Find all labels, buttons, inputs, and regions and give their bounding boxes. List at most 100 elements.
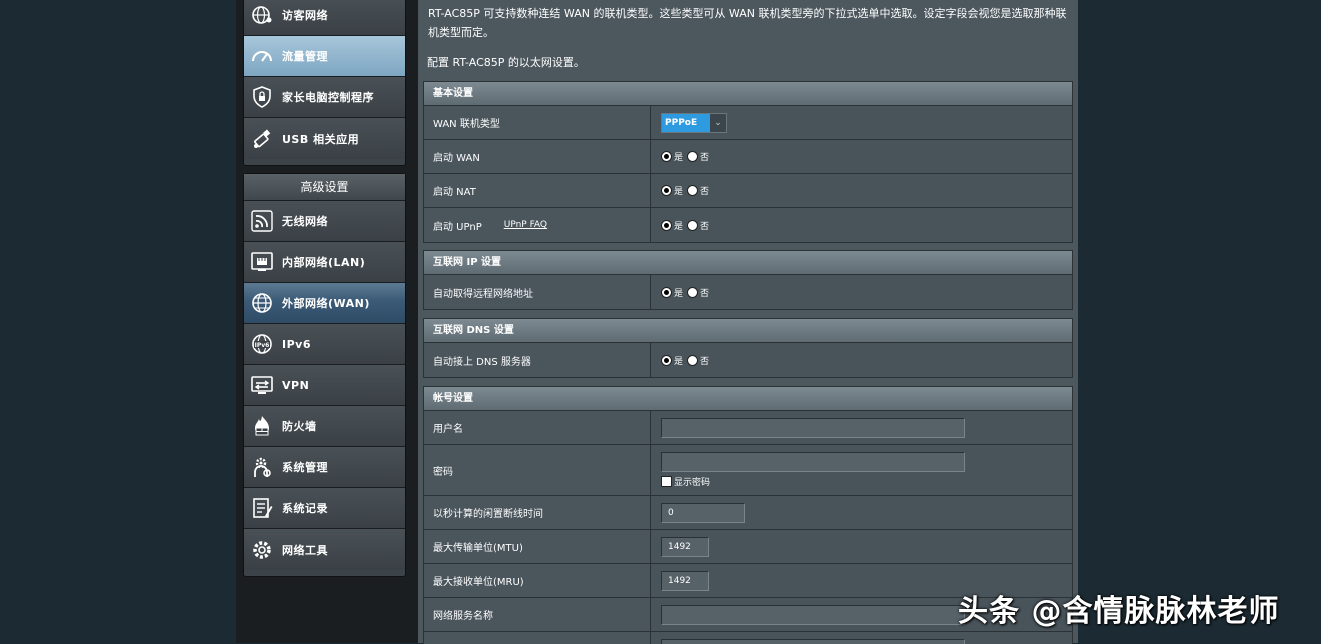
auto-ip-yes-option[interactable]: 是 [661,286,683,299]
service-name-input[interactable] [661,604,965,625]
enable-upnp-no-option[interactable]: 否 [687,219,709,232]
svg-text:IPv6: IPv6 [255,342,270,349]
mtu-row: 最大传输单位(MTU) 1492 [424,530,1072,564]
sidebar-item-label: 流量管理 [282,50,328,63]
admin-gear-icon [250,455,274,479]
sidebar-item-system-log[interactable]: 系统记录 [244,488,405,529]
sidebar-item-traffic-manager[interactable]: 流量管理 [244,36,405,77]
username-input[interactable] [661,417,965,438]
section-title: 互联网 DNS 设置 [424,319,1072,343]
field-label: 最大接收单位(MRU) [424,564,651,597]
mru-input[interactable]: 1492 [661,570,709,591]
password-input[interactable] [661,452,965,472]
firewall-icon [250,414,274,438]
ethernet-config-text: 配置 RT-AC85P 的以太网设置。 [427,56,585,69]
radio-label: 是 [674,356,684,367]
sidebar-general-menu: 访客网络 流量管理 家长电脑控制程序 USB 相关应用 [243,0,406,166]
radio-label: 是 [674,153,684,163]
radio-label: 是 [674,288,684,299]
field-label: 以秒计算的闲置断线时间 [424,496,651,529]
section-title: 互联网 IP 设置 [424,251,1072,275]
advanced-settings-header: 高级设置 [244,174,405,201]
field-label [424,632,651,644]
field-label: 自动取得远程网络地址 [424,275,651,309]
enable-wan-no-option[interactable]: 否 [687,150,709,163]
sidebar-item-administration[interactable]: 系统管理 [244,447,405,488]
radio-label: 是 [674,221,684,232]
sidebar-item-label: 外部网络(WAN) [282,297,370,310]
radio-button[interactable] [687,219,699,231]
field-label: 用户名 [424,411,651,444]
radio-label: 是 [674,187,684,197]
basic-settings-section: 基本设置 WAN 联机类型 PPPoE ⌄ 启动 WAN 是 否 启动 NAT … [423,81,1073,243]
auto-dns-no-option[interactable]: 否 [687,354,709,367]
watermark-text: 头条 @含情脉脉林老师 [958,594,1280,629]
field-label: 密码 [424,445,651,495]
enable-wan-row: 启动 WAN 是 否 [424,140,1072,174]
radio-button[interactable] [687,185,699,196]
radio-button[interactable] [661,286,672,298]
sidebar-item-firewall[interactable]: 防火墙 [244,406,405,447]
auto-dns-row: 自动接上 DNS 服务器 是 否 [424,343,1072,377]
internet-dns-section: 互联网 DNS 设置 自动接上 DNS 服务器 是 否 [423,318,1073,378]
sidebar-item-label: 网络工具 [282,543,328,557]
idle-timeout-input[interactable]: 0 [661,502,745,523]
sidebar-item-lan[interactable]: 内部网络(LAN) [244,242,405,283]
usb-icon [250,127,274,151]
sidebar-item-label: 系统管理 [282,461,328,474]
show-password-checkbox[interactable] [661,476,672,487]
sidebar-item-wireless[interactable]: 无线网络 [244,201,405,242]
upnp-faq-link[interactable]: UPnP FAQ [504,220,547,230]
page-background-right [1078,0,1321,643]
page-background-left [0,0,236,643]
sidebar-item-wan[interactable]: 外部网络(WAN) [244,283,405,324]
radio-button[interactable] [661,151,672,162]
sidebar-item-label: 家长电脑控制程序 [282,91,374,104]
enable-nat-yes-option[interactable]: 是 [661,184,683,197]
auto-dns-yes-option[interactable]: 是 [661,354,683,367]
auto-ip-no-option[interactable]: 否 [687,286,709,299]
sidebar-item-vpn[interactable]: VPN [244,365,405,406]
radio-button[interactable] [661,185,672,196]
mtu-input[interactable]: 1492 [661,536,709,557]
show-password-label: 显示密码 [674,478,711,488]
field-label: 启动 WAN [424,140,651,173]
radio-button[interactable] [687,354,699,366]
enable-upnp-row: 启动 UPnP UPnP FAQ 是 否 [424,208,1072,242]
radio-label: 否 [700,221,710,232]
sidebar-item-guest-network[interactable]: 访客网络 [244,0,405,36]
password-row: 密码 显示密码 [424,445,1072,496]
tools-gear-icon [250,538,274,562]
vpn-icon [250,373,274,397]
parental-shield-icon [250,85,274,109]
radio-button[interactable] [661,354,672,366]
sidebar-item-label: 访客网络 [282,9,328,22]
radio-button[interactable] [661,219,672,231]
enable-wan-yes-option[interactable]: 是 [661,150,683,163]
show-password-option[interactable]: 显示密码 [661,475,710,488]
radio-button[interactable] [687,286,699,298]
sidebar-item-parental-control[interactable]: 家长电脑控制程序 [244,77,405,118]
internet-ip-section: 互联网 IP 设置 自动取得远程网络地址 是 否 [423,250,1073,310]
wan-type-row: WAN 联机类型 PPPoE ⌄ [424,106,1072,140]
wifi-icon [250,209,274,233]
section-title: 帐号设置 [424,387,1072,411]
radio-button[interactable] [687,151,699,162]
radio-label: 否 [700,288,710,299]
ipv6-icon: IPv6 [250,332,274,356]
sidebar-item-ipv6[interactable]: IPv6 IPv6 [244,324,405,365]
idle-timeout-row: 以秒计算的闲置断线时间 0 [424,496,1072,530]
next-input[interactable] [661,639,965,644]
wan-type-select[interactable]: PPPoE ⌄ [661,112,727,133]
sidebar-item-label: 防火墙 [282,420,317,433]
sidebar-item-label: 系统记录 [282,502,328,515]
enable-nat-no-option[interactable]: 否 [687,184,709,197]
enable-upnp-yes-option[interactable]: 是 [661,219,683,232]
radio-label: 否 [700,187,710,197]
lan-icon [250,250,274,274]
sidebar-item-usb-application[interactable]: USB 相关应用 [244,118,405,159]
field-label: WAN 联机类型 [424,106,651,139]
auto-ip-row: 自动取得远程网络地址 是 否 [424,275,1072,309]
gauge-icon [250,44,274,68]
sidebar-item-network-tools[interactable]: 网络工具 [244,529,405,570]
